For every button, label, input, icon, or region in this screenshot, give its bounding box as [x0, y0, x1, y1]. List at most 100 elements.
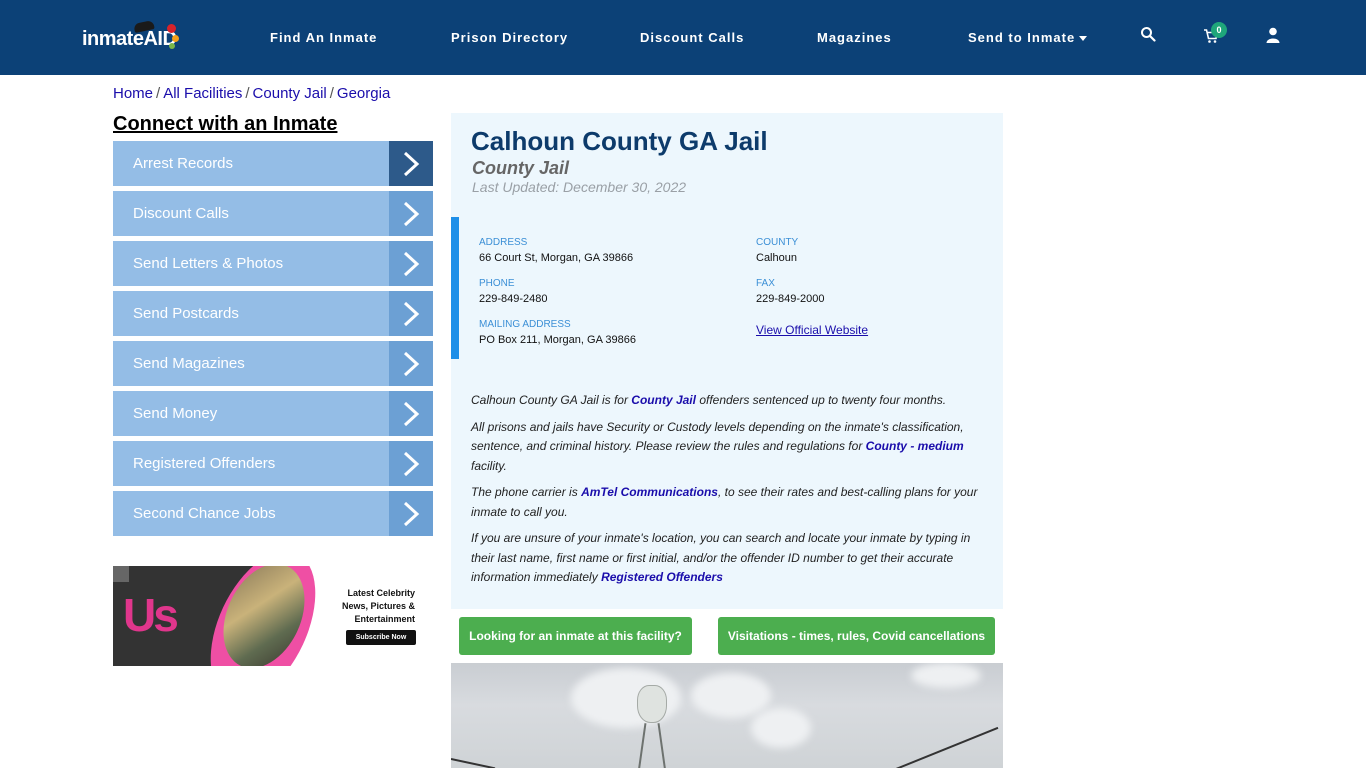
sidebar-item-label: Send Money	[133, 405, 218, 422]
find-inmate-at-facility-button[interactable]: Looking for an inmate at this facility?	[459, 617, 692, 655]
sidebar-item-label: Send Letters & Photos	[133, 255, 284, 272]
chevron-right-icon	[389, 441, 433, 486]
cart-count-badge: 0	[1211, 22, 1227, 38]
logo-decoration-icon	[169, 43, 175, 49]
website-field: View Official Website	[756, 321, 868, 339]
fax-value: 229-849-2000	[756, 293, 825, 305]
logo-decoration-icon	[167, 24, 176, 33]
sidebar-item-label: Discount Calls	[133, 205, 229, 222]
info-accent-bar	[451, 217, 459, 359]
sidebar-item-arrest-records[interactable]: Arrest Records	[113, 141, 433, 186]
us-weekly-ad-banner[interactable]: Us Latest Celebrity News, Pictures & Ent…	[113, 566, 433, 666]
description-text: facility.	[471, 458, 507, 473]
mailing-address-field: MAILING ADDRESS PO Box 211, Morgan, GA 3…	[479, 319, 636, 346]
nav-magazines[interactable]: Magazines	[817, 30, 892, 45]
view-official-website-link[interactable]: View Official Website	[756, 323, 868, 337]
county-jail-link[interactable]: County Jail	[631, 393, 696, 407]
caret-down-icon	[1079, 36, 1088, 42]
chevron-right-icon	[389, 291, 433, 336]
breadcrumb-separator: /	[245, 85, 250, 102]
inmateaid-logo[interactable]: inmateAID	[82, 20, 182, 54]
address-value: 66 Court St, Morgan, GA 39866	[479, 252, 634, 264]
cloud-shape	[691, 673, 771, 718]
address-field: ADDRESS 66 Court St, Morgan, GA 39866	[479, 237, 633, 264]
phone-field: PHONE 229-849-2480	[479, 278, 548, 305]
breadcrumb: Home / All Facilities / County Jail / Georgia	[113, 85, 390, 102]
address-label: ADDRESS	[479, 237, 528, 248]
chevron-right-icon	[389, 191, 433, 236]
facility-street-photo	[451, 663, 1003, 768]
breadcrumb-separator: /	[329, 85, 334, 102]
fax-field: FAX 229-849-2000	[756, 278, 825, 305]
county-medium-link[interactable]: County - medium	[866, 439, 964, 453]
sidebar-title[interactable]: Connect with an Inmate	[113, 113, 337, 136]
breadcrumb-county-jail[interactable]: County Jail	[253, 85, 327, 102]
nav-send-to-inmate-label: Send to Inmate	[968, 30, 1076, 45]
ad-corner-square	[113, 566, 129, 582]
water-tower-leg	[657, 723, 667, 768]
sidebar-item-send-letters-photos[interactable]: Send Letters & Photos	[113, 241, 433, 286]
cloud-shape	[911, 663, 981, 688]
fax-label: FAX	[756, 278, 775, 289]
breadcrumb-georgia[interactable]: Georgia	[337, 85, 390, 102]
chevron-right-icon	[389, 241, 433, 286]
sidebar-item-label: Second Chance Jobs	[133, 505, 276, 522]
description-paragraph: All prisons and jails have Security or C…	[471, 418, 981, 477]
description-paragraph: Calhoun County GA Jail is for County Jai…	[471, 391, 981, 411]
sidebar-menu: Arrest Records Discount Calls Send Lette…	[113, 141, 433, 541]
description-text: offenders sentenced up to twenty four mo…	[695, 393, 947, 407]
facility-description: Calhoun County GA Jail is for County Jai…	[471, 391, 981, 595]
phone-value: 229-849-2480	[479, 293, 548, 305]
chevron-right-icon	[389, 341, 433, 386]
sidebar-item-label: Send Magazines	[133, 355, 245, 372]
ad-tagline-line: News, Pictures &	[341, 601, 415, 611]
chevron-right-icon	[389, 391, 433, 436]
sidebar-item-label: Registered Offenders	[133, 455, 276, 472]
cloud-shape	[751, 708, 811, 748]
breadcrumb-all-facilities[interactable]: All Facilities	[163, 85, 242, 102]
top-navbar: inmateAID Find An Inmate Prison Director…	[0, 0, 1366, 75]
nav-prison-directory[interactable]: Prison Directory	[451, 30, 568, 45]
county-label: COUNTY	[756, 237, 799, 248]
sidebar-item-second-chance-jobs[interactable]: Second Chance Jobs	[113, 491, 433, 536]
sidebar-item-label: Send Postcards	[133, 305, 239, 322]
logo-decoration-icon	[172, 35, 179, 42]
nav-find-an-inmate[interactable]: Find An Inmate	[270, 30, 377, 45]
visitations-button[interactable]: Visitations - times, rules, Covid cancel…	[718, 617, 995, 655]
ad-subscribe-button[interactable]: Subscribe Now	[346, 630, 416, 645]
sidebar-item-send-magazines[interactable]: Send Magazines	[113, 341, 433, 386]
facility-info-block: ADDRESS 66 Court St, Morgan, GA 39866 CO…	[451, 217, 1003, 359]
water-tower-leg	[637, 723, 647, 768]
chevron-right-icon	[389, 491, 433, 536]
description-text: The phone carrier is	[471, 485, 582, 499]
nav-discount-calls[interactable]: Discount Calls	[640, 30, 744, 45]
last-updated: Last Updated: December 30, 2022	[472, 179, 687, 195]
sidebar-item-send-postcards[interactable]: Send Postcards	[113, 291, 433, 336]
search-icon[interactable]	[1140, 26, 1160, 46]
sidebar-item-label: Arrest Records	[133, 155, 234, 172]
phone-label: PHONE	[479, 278, 515, 289]
amtel-communications-link[interactable]: AmTel Communications	[581, 485, 718, 499]
power-line	[895, 726, 999, 768]
facility-type: County Jail	[472, 158, 570, 178]
ad-tagline: Latest Celebrity News, Pictures & Entert…	[342, 587, 415, 626]
logo-text: inmateAID	[82, 28, 177, 50]
description-text: Calhoun County GA Jail is for	[471, 393, 632, 407]
nav-send-to-inmate[interactable]: Send to Inmate	[968, 30, 1088, 45]
mailing-address-label: MAILING ADDRESS	[479, 319, 571, 330]
sidebar-item-send-money[interactable]: Send Money	[113, 391, 433, 436]
description-paragraph: If you are unsure of your inmate's locat…	[471, 529, 981, 588]
ad-brand-logo: Us	[123, 589, 179, 641]
chevron-right-icon	[389, 141, 433, 186]
ad-tagline-line: Entertainment	[354, 614, 415, 624]
sidebar-item-registered-offenders[interactable]: Registered Offenders	[113, 441, 433, 486]
ad-tagline-line: Latest Celebrity	[347, 588, 415, 598]
user-icon[interactable]	[1266, 27, 1286, 47]
power-line	[451, 758, 496, 768]
registered-offenders-link[interactable]: Registered Offenders	[601, 570, 723, 584]
sidebar-item-discount-calls[interactable]: Discount Calls	[113, 191, 433, 236]
facility-title: Calhoun County GA Jail	[471, 126, 768, 156]
breadcrumb-separator: /	[156, 85, 161, 102]
water-tower-tank	[637, 685, 667, 723]
breadcrumb-home[interactable]: Home	[113, 85, 153, 102]
